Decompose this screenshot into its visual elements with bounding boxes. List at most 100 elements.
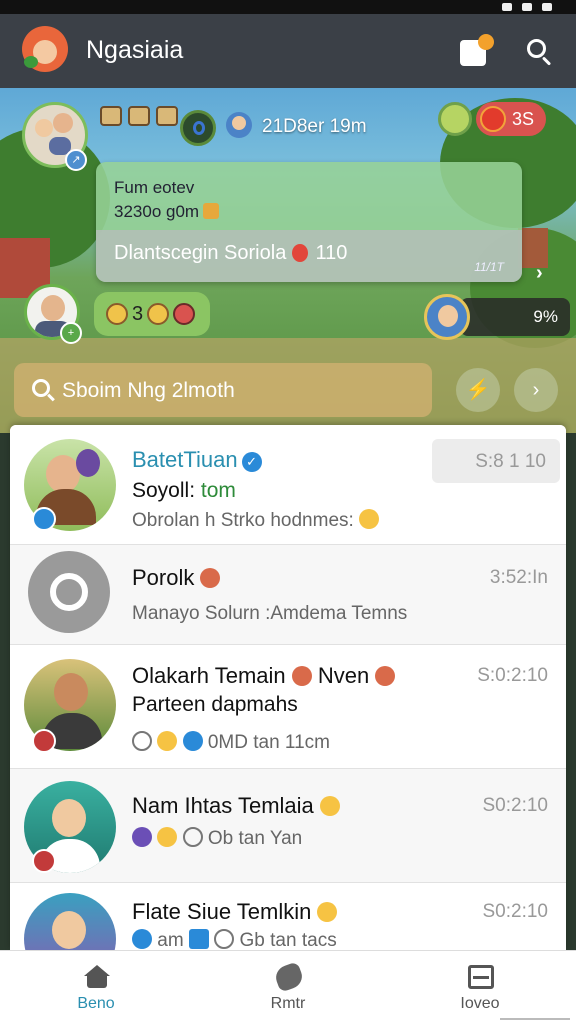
chat-name: Nam Ihtas Temlaia bbox=[132, 793, 340, 819]
calendar-icon bbox=[188, 929, 209, 949]
bottom-nav: Beno Rmtr Ioveo bbox=[0, 950, 576, 1024]
chat-avatar bbox=[28, 551, 110, 633]
nav-item-bird[interactable]: Rmtr bbox=[192, 951, 384, 1024]
progress-pill-value: 9% bbox=[533, 307, 558, 326]
message-icon bbox=[132, 929, 152, 949]
leaf-icon[interactable] bbox=[438, 102, 472, 136]
chat-row[interactable]: BatetTiuan ✓ Soyoll: tom Obrolan h Strko … bbox=[10, 425, 566, 545]
score-pill[interactable]: 3S bbox=[476, 102, 546, 136]
bag-icon bbox=[203, 203, 220, 219]
face-emoji-icon bbox=[106, 303, 128, 325]
verified-icon: ✓ bbox=[241, 452, 262, 472]
scene-search-bar[interactable]: Sboim Nhg 2lmoth bbox=[14, 363, 432, 417]
chat-preview: 0MD tan 11cm bbox=[132, 731, 330, 754]
crate-icon bbox=[100, 106, 122, 126]
profile-avatar[interactable] bbox=[22, 26, 68, 72]
battery-icon bbox=[542, 3, 552, 11]
verified-badge-icon bbox=[32, 507, 56, 531]
face-emoji-icon bbox=[359, 509, 380, 529]
chevron-right-icon[interactable]: › bbox=[536, 262, 543, 285]
chat-row[interactable]: Nam Ihtas Temlaia Ob tan Yan S0:2:10 bbox=[10, 769, 566, 883]
chat-subtitle: Parteen dapmahs bbox=[132, 693, 298, 716]
face-emoji-icon bbox=[317, 902, 338, 922]
gear-icon bbox=[182, 827, 203, 847]
chat-row[interactable]: Olakarh Temain Nven Parteen dapmahs 0MD … bbox=[10, 645, 566, 769]
face-emoji-icon bbox=[173, 303, 196, 325]
chat-name: Porolk bbox=[132, 565, 221, 591]
search-placeholder: Sboim Nhg 2lmoth bbox=[62, 379, 235, 402]
inbox-icon bbox=[468, 965, 494, 989]
home-icon bbox=[84, 965, 110, 989]
emoji-reaction-pill[interactable]: 3 bbox=[94, 292, 210, 336]
chat-time: S0:2:10 bbox=[482, 901, 549, 922]
wifi-icon bbox=[522, 3, 532, 11]
app-title: Ngasiaia bbox=[86, 36, 184, 64]
progress-pill[interactable]: 9% bbox=[460, 298, 570, 336]
group-avatar[interactable]: ↗ bbox=[22, 102, 88, 171]
card-line-1: Fum eotev bbox=[114, 178, 195, 197]
nav-item-home[interactable]: Beno bbox=[0, 951, 192, 1024]
emoji-icon bbox=[132, 731, 152, 751]
nav-label: Beno bbox=[77, 995, 115, 1012]
status-bar bbox=[0, 0, 576, 14]
chat-name: Flate Siue Temlkin bbox=[132, 899, 338, 925]
crate-icon bbox=[156, 106, 178, 126]
chat-time: 3:52:In bbox=[489, 567, 548, 588]
house-decoration bbox=[518, 228, 548, 268]
nav-item-inbox[interactable]: Ioveo bbox=[384, 951, 576, 1024]
bird-icon bbox=[272, 961, 306, 993]
game-scene: ↗ 21D8er 19m 3S Fum eotev 3230o g0m Dlan… bbox=[0, 88, 576, 433]
chat-list: BatetTiuan ✓ Soyoll: tom Obrolan h Strko … bbox=[10, 425, 566, 950]
card-sub-text: Dlantscegin Soriola 110 bbox=[114, 242, 348, 264]
face-emoji-icon bbox=[319, 796, 340, 816]
face-emoji-icon bbox=[157, 827, 178, 847]
chat-name: BatetTiuan ✓ bbox=[132, 447, 262, 473]
chat-preview: am Gb tan tacs bbox=[132, 929, 337, 950]
search-icon bbox=[32, 379, 50, 397]
nav-label: Ioveo bbox=[460, 995, 500, 1012]
opponent-avatar[interactable] bbox=[424, 294, 470, 340]
player-avatar[interactable] bbox=[226, 112, 252, 138]
notification-card[interactable]: Fum eotev 3230o g0m Dlantscegin Soriola … bbox=[96, 162, 522, 282]
face-emoji-icon bbox=[200, 568, 221, 588]
emoji-pill-value: 3 bbox=[132, 302, 144, 325]
chat-time: S0:2:10 bbox=[482, 795, 549, 816]
crate-icon bbox=[128, 106, 150, 126]
card-subsection: Dlantscegin Soriola 110 11/1T bbox=[96, 230, 522, 282]
app-bar: Ngasiaia bbox=[0, 14, 576, 88]
clock-icon bbox=[182, 731, 203, 751]
heart-badge-icon bbox=[32, 849, 56, 873]
nav-label: Rmtr bbox=[270, 995, 306, 1012]
top-right-icons: 3S bbox=[438, 102, 546, 136]
chat-row[interactable]: Porolk Manayo Solurn :Amdema Temns 3:52:… bbox=[10, 545, 566, 645]
plus-badge-icon: + bbox=[60, 322, 82, 344]
share-badge-icon: ↗ bbox=[65, 149, 87, 171]
signal-icon bbox=[502, 3, 512, 11]
heart-badge-icon bbox=[32, 729, 56, 753]
chat-row[interactable]: Flate Siue Temlkin am Gb tan tacs S0:2:1… bbox=[10, 883, 566, 950]
chat-preview: Ob tan Yan bbox=[132, 827, 302, 850]
face-emoji-icon bbox=[147, 303, 170, 325]
compose-icon[interactable] bbox=[460, 34, 494, 66]
chat-avatar bbox=[24, 893, 116, 950]
chat-subtitle: Soyoll: tom bbox=[132, 479, 236, 502]
face-emoji-icon bbox=[375, 666, 396, 686]
chevron-right-button[interactable]: › bbox=[514, 368, 558, 412]
card-line-2: 3230o g0m bbox=[114, 202, 220, 222]
home-indicator bbox=[500, 1018, 570, 1020]
face-emoji-icon bbox=[291, 666, 312, 686]
compass-icon[interactable] bbox=[180, 110, 216, 146]
chat-time: S:0:2:10 bbox=[477, 665, 548, 686]
apple-icon bbox=[480, 106, 506, 132]
card-sub-meta: 11/1T bbox=[474, 260, 504, 274]
chat-preview: Manayo Solurn :Amdema Temns bbox=[132, 603, 408, 624]
face-emoji-icon bbox=[157, 731, 178, 751]
search-icon[interactable] bbox=[524, 36, 554, 66]
chat-time: S:8 1 10 bbox=[475, 451, 546, 472]
resource-icons bbox=[100, 106, 178, 126]
scene-header-label: 21D8er 19m bbox=[262, 116, 367, 137]
gear-icon bbox=[214, 929, 235, 949]
chat-preview: Obrolan h Strko hodnmes: bbox=[132, 509, 380, 532]
facebook-icon bbox=[132, 827, 152, 847]
lightning-button[interactable]: ⚡ bbox=[456, 368, 500, 412]
